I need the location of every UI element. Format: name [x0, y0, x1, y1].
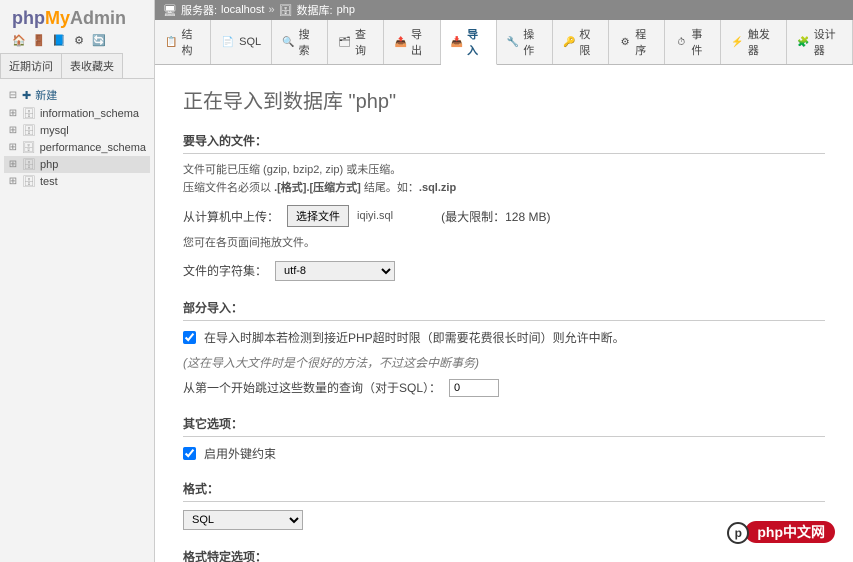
subtab-favorites[interactable]: 表收藏夹 — [61, 53, 123, 78]
format-select[interactable]: SQL — [183, 510, 303, 530]
interrupt-checkbox[interactable] — [183, 331, 196, 344]
tab-triggers[interactable]: ⚡触发器 — [721, 20, 787, 64]
server-icon: 🖥 — [163, 4, 177, 17]
sidebar: phpMyAdmin 🏠 🚪 📘 ⚙ 🔄 近期访问 表收藏夹 ⊟ ✚ 新建 ⊞ 🗄… — [0, 0, 155, 562]
partial-section-title: 部分导入： — [183, 299, 825, 321]
page-title: 正在导入到数据库 "php" — [183, 85, 825, 114]
tab-structure[interactable]: 📋结构 — [155, 20, 211, 64]
structure-icon: 📋 — [165, 35, 177, 49]
reload-icon[interactable]: 🔄 — [92, 33, 106, 47]
format-section-title: 格式： — [183, 480, 825, 502]
operations-icon: 🔧 — [507, 35, 519, 49]
tab-privileges[interactable]: 🔑权限 — [553, 20, 609, 64]
db-item[interactable]: ⊞🗄performance_schema — [4, 139, 150, 156]
skip-row: 从第一个开始跳过这些数量的查询（对于SQL）： — [183, 379, 825, 397]
search-icon: 🔍 — [282, 35, 294, 49]
tab-sql[interactable]: 📄SQL — [211, 20, 272, 64]
query-icon: 🗂 — [338, 35, 351, 49]
format-opts-title: 格式特定选项： — [183, 548, 825, 562]
charset-row: 文件的字符集： utf-8 — [183, 261, 825, 281]
events-icon: ⏱ — [675, 35, 687, 49]
triggers-icon: ⚡ — [731, 35, 743, 49]
database-icon: 🗄 — [279, 4, 293, 17]
file-section-title: 要导入的文件： — [183, 132, 825, 154]
choose-file-button[interactable]: 选择文件 — [287, 205, 349, 227]
toolbar-icons: 🏠 🚪 📘 ⚙ 🔄 — [0, 31, 154, 53]
expand-icon[interactable]: ⊞ — [8, 142, 18, 153]
routines-icon: ⚙ — [619, 35, 631, 49]
subtab-recent[interactable]: 近期访问 — [0, 53, 62, 78]
home-icon[interactable]: 🏠 — [12, 33, 26, 47]
main: 🖥 服务器: localhost » 🗄 数据库: php 📋结构 📄SQL 🔍… — [155, 0, 853, 562]
other-section-title: 其它选项： — [183, 415, 825, 437]
new-db-icon: ✚ — [22, 89, 31, 102]
main-tabs: 📋结构 📄SQL 🔍搜索 🗂查询 📤导出 📥导入 🔧操作 🔑权限 ⚙程序 ⏱事件… — [155, 20, 853, 65]
database-icon: 🗄 — [22, 107, 36, 120]
tab-operations[interactable]: 🔧操作 — [497, 20, 553, 64]
database-icon: 🗄 — [22, 158, 36, 171]
chosen-file-name: iqiyi.sql — [357, 210, 393, 222]
fk-row: 启用外键约束 — [183, 445, 825, 462]
charset-label: 文件的字符集： — [183, 262, 267, 279]
db-tree: ⊟ ✚ 新建 ⊞🗄information_schema ⊞🗄mysql ⊞🗄pe… — [0, 79, 154, 196]
logo[interactable]: phpMyAdmin — [0, 0, 154, 31]
tab-events[interactable]: ⏱事件 — [665, 20, 721, 64]
db-item-selected[interactable]: ⊞🗄php — [4, 156, 150, 173]
tab-export[interactable]: 📤导出 — [384, 20, 440, 64]
max-size-label: (最大限制：128 MB) — [441, 208, 550, 225]
upload-label: 从计算机中上传： — [183, 208, 279, 225]
tab-search[interactable]: 🔍搜索 — [272, 20, 328, 64]
db-item[interactable]: ⊞🗄mysql — [4, 122, 150, 139]
import-icon: 📥 — [451, 35, 463, 49]
charset-select[interactable]: utf-8 — [275, 261, 395, 281]
fk-checkbox[interactable] — [183, 447, 196, 460]
upload-row: 从计算机中上传： 选择文件 iqiyi.sql (最大限制：128 MB) — [183, 205, 825, 227]
db-item[interactable]: ⊞🗄information_schema — [4, 105, 150, 122]
sidebar-subtabs: 近期访问 表收藏夹 — [0, 53, 154, 79]
expand-icon[interactable]: ⊞ — [8, 125, 18, 136]
settings-icon[interactable]: ⚙ — [72, 33, 86, 47]
db-item[interactable]: ⊞🗄test — [4, 173, 150, 190]
expand-icon[interactable]: ⊞ — [8, 176, 18, 187]
content: 正在导入到数据库 "php" 要导入的文件： 文件可能已压缩 (gzip, bz… — [155, 65, 853, 562]
logout-icon[interactable]: 🚪 — [32, 33, 46, 47]
drag-note: 您可在各页面间拖放文件。 — [183, 235, 825, 253]
database-icon: 🗄 — [22, 141, 36, 154]
watermark: pphp中文网 — [727, 522, 835, 544]
tab-designer[interactable]: 🧩设计器 — [787, 20, 853, 64]
export-icon: 📤 — [394, 35, 406, 49]
new-db-link[interactable]: ⊟ ✚ 新建 — [4, 85, 150, 105]
partial-interrupt-row: 在导入时脚本若检测到接近PHP超时时限（即需要花费很长时间）则允许中断。 (这在… — [183, 329, 825, 371]
skip-input[interactable] — [449, 379, 499, 397]
sql-icon: 📄 — [221, 35, 235, 49]
database-icon: 🗄 — [22, 175, 36, 188]
expand-icon: ⊟ — [8, 90, 18, 101]
compress-note: 文件可能已压缩 (gzip, bzip2, zip) 或未压缩。 压缩文件名必须… — [183, 162, 825, 197]
tab-query[interactable]: 🗂查询 — [328, 20, 384, 64]
database-icon: 🗄 — [22, 124, 36, 137]
breadcrumb: 🖥 服务器: localhost » 🗄 数据库: php — [155, 0, 853, 20]
tab-routines[interactable]: ⚙程序 — [609, 20, 665, 64]
expand-icon[interactable]: ⊞ — [8, 159, 18, 170]
designer-icon: 🧩 — [797, 35, 809, 49]
privileges-icon: 🔑 — [563, 35, 575, 49]
docs-icon[interactable]: 📘 — [52, 33, 66, 47]
expand-icon[interactable]: ⊞ — [8, 108, 18, 119]
tab-import[interactable]: 📥导入 — [441, 20, 497, 65]
